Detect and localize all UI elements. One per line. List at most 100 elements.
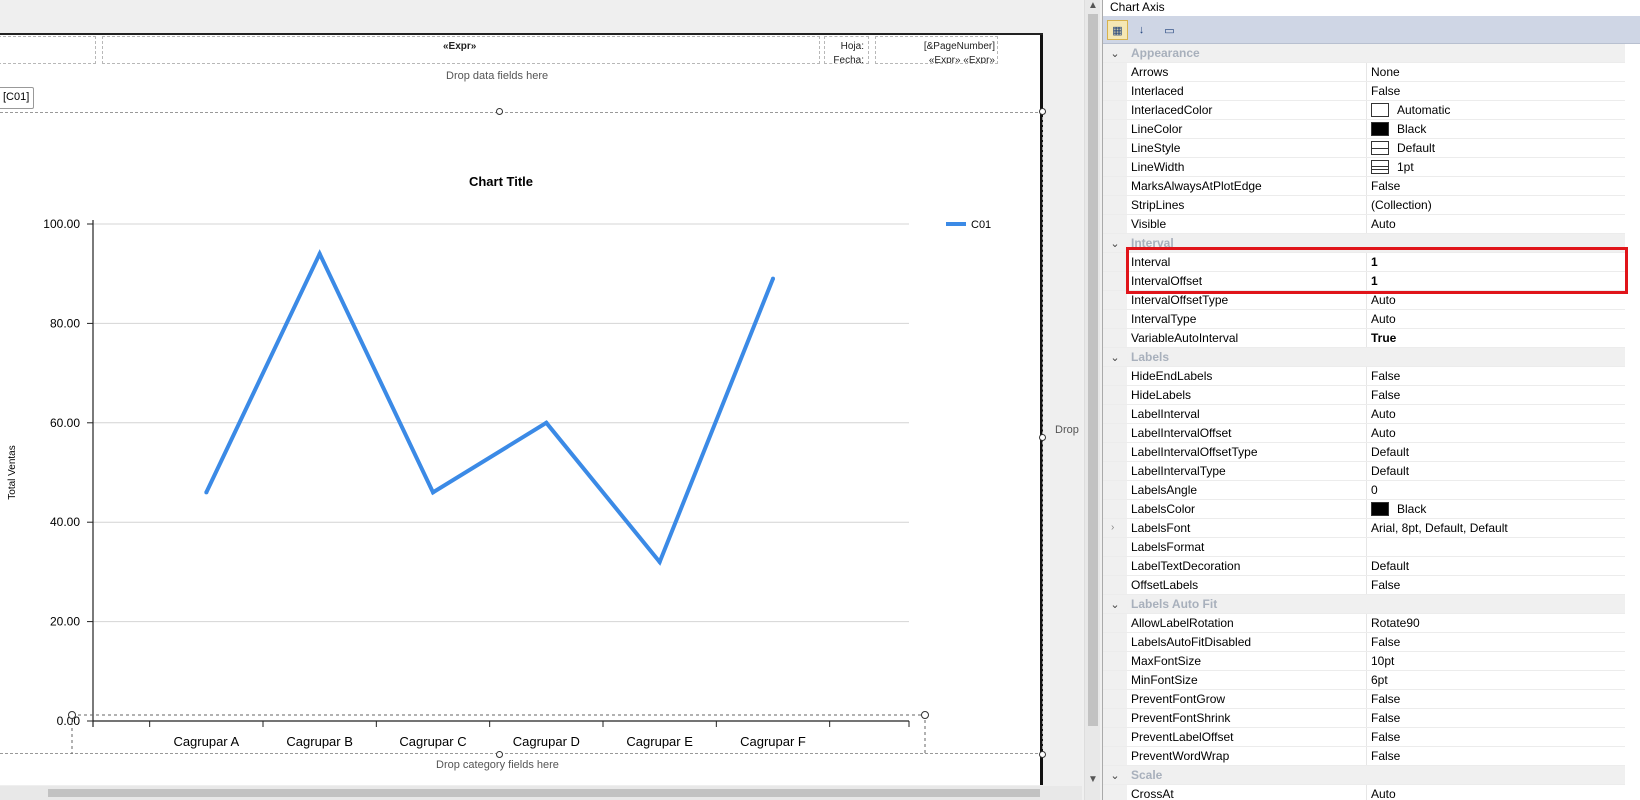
property-row-intervaloffsettype[interactable]: IntervalOffsetType Auto <box>1103 291 1625 310</box>
property-value-cell[interactable] <box>1367 538 1625 556</box>
property-row-labelsangle[interactable]: LabelsAngle 0 <box>1103 481 1625 500</box>
property-value-cell[interactable]: Default <box>1367 462 1625 480</box>
property-row-variableautointerval[interactable]: VariableAutoInterval True <box>1103 329 1625 348</box>
property-row-intervaloffset[interactable]: IntervalOffset 1 <box>1103 272 1625 291</box>
property-value-cell[interactable]: False <box>1367 690 1625 708</box>
property-row-hideendlabels[interactable]: HideEndLabels False <box>1103 367 1625 386</box>
collapse-chevron-icon[interactable]: ⌄ <box>1103 237 1127 250</box>
property-value-cell[interactable]: False <box>1367 633 1625 651</box>
property-value-cell[interactable]: Black <box>1367 500 1625 518</box>
scroll-up-arrow-icon[interactable]: ▲ <box>1088 0 1098 11</box>
property-row-labelsformat[interactable]: LabelsFormat <box>1103 538 1625 557</box>
property-value-cell[interactable]: Auto <box>1367 785 1625 800</box>
property-row-arrows[interactable]: Arrows None <box>1103 63 1625 82</box>
property-row-crossat[interactable]: CrossAt Auto <box>1103 785 1625 800</box>
expand-arrow-icon[interactable]: › <box>1111 522 1114 533</box>
property-row-labelintervaloffset[interactable]: LabelIntervalOffset Auto <box>1103 424 1625 443</box>
designer-horizontal-scrollbar[interactable] <box>0 786 1082 800</box>
property-value-cell[interactable]: Auto <box>1367 310 1625 328</box>
property-row-interlacedcolor[interactable]: InterlacedColor Automatic <box>1103 101 1625 120</box>
property-value-cell[interactable]: Arial, 8pt, Default, Default <box>1367 519 1625 537</box>
drop-data-fields-hint[interactable]: Drop data fields here <box>446 70 548 82</box>
property-row-striplines[interactable]: StripLines (Collection) <box>1103 196 1625 215</box>
header-hoja-box[interactable]: Hoja: Fecha: <box>824 36 869 64</box>
property-value-cell[interactable]: False <box>1367 177 1625 195</box>
property-row-marksalwaysatplotedge[interactable]: MarksAlwaysAtPlotEdge False <box>1103 177 1625 196</box>
series-field-chip[interactable]: [C01] <box>0 87 35 109</box>
property-value-cell[interactable]: 6pt <box>1367 671 1625 689</box>
property-value-cell[interactable]: False <box>1367 367 1625 385</box>
property-value-cell[interactable]: Auto <box>1367 424 1625 442</box>
property-row-hidelabels[interactable]: HideLabels False <box>1103 386 1625 405</box>
property-row-minfontsize[interactable]: MinFontSize 6pt <box>1103 671 1625 690</box>
property-value-cell[interactable]: 1pt <box>1367 158 1625 176</box>
property-value-cell[interactable]: (Collection) <box>1367 196 1625 214</box>
category-interval[interactable]: ⌄ Interval <box>1103 234 1625 253</box>
collapse-chevron-icon[interactable]: ⌄ <box>1103 47 1127 60</box>
property-value-cell[interactable]: 1 <box>1367 253 1625 271</box>
property-pages-icon[interactable]: ▭ <box>1159 20 1180 40</box>
designer-horizontal-scroll-thumb[interactable] <box>48 789 1040 797</box>
chart-area[interactable]: Chart Title 0.00 20.00 40.00 60.00 80.00 100.0… <box>0 112 1043 754</box>
property-row-linewidth[interactable]: LineWidth 1pt <box>1103 158 1625 177</box>
property-row-labelintervaloffsettype[interactable]: LabelIntervalOffsetType Default <box>1103 443 1625 462</box>
property-value-cell[interactable]: None <box>1367 63 1625 81</box>
property-value-cell[interactable]: False <box>1367 709 1625 727</box>
property-row-labeltextdecoration[interactable]: LabelTextDecoration Default <box>1103 557 1625 576</box>
collapse-chevron-icon[interactable]: ⌄ <box>1103 769 1127 782</box>
resize-handle-top[interactable] <box>496 108 503 115</box>
collapse-chevron-icon[interactable]: ⌄ <box>1103 598 1127 611</box>
category-labels[interactable]: ⌄ Labels <box>1103 348 1625 367</box>
property-row-linecolor[interactable]: LineColor Black <box>1103 120 1625 139</box>
collapse-chevron-icon[interactable]: ⌄ <box>1103 351 1127 364</box>
property-row-maxfontsize[interactable]: MaxFontSize 10pt <box>1103 652 1625 671</box>
property-row-labelsfont[interactable]: › LabelsFont Arial, 8pt, Default, Default <box>1103 519 1625 538</box>
resize-handle-right[interactable] <box>1039 434 1046 441</box>
property-value-cell[interactable]: 1 <box>1367 272 1625 290</box>
property-row-labelscolor[interactable]: LabelsColor Black <box>1103 500 1625 519</box>
designer-vertical-scrollbar[interactable]: ▲ ▼ <box>1084 0 1100 800</box>
property-row-preventlabeloffset[interactable]: PreventLabelOffset False <box>1103 728 1625 747</box>
resize-handle-bottom-right[interactable] <box>1039 751 1046 758</box>
property-row-visible[interactable]: Visible Auto <box>1103 215 1625 234</box>
property-row-interval[interactable]: Interval 1 <box>1103 253 1625 272</box>
header-page-number-box[interactable]: [&PageNumber] «Expr» «Expr» <box>875 36 998 64</box>
property-value-cell[interactable]: True <box>1367 329 1625 347</box>
property-row-offsetlabels[interactable]: OffsetLabels False <box>1103 576 1625 595</box>
property-row-linestyle[interactable]: LineStyle Default <box>1103 139 1625 158</box>
property-row-preventwordwrap[interactable]: PreventWordWrap False <box>1103 747 1625 766</box>
property-value-cell[interactable]: 0 <box>1367 481 1625 499</box>
category-appearance[interactable]: ⌄ Appearance <box>1103 44 1625 63</box>
property-value-cell[interactable]: Auto <box>1367 215 1625 233</box>
property-value-cell[interactable]: Default <box>1367 139 1625 157</box>
property-value-cell[interactable]: Auto <box>1367 405 1625 423</box>
property-value-cell[interactable]: False <box>1367 386 1625 404</box>
property-row-allowlabelrotation[interactable]: AllowLabelRotation Rotate90 <box>1103 614 1625 633</box>
report-body[interactable]: «Expr» Hoja: Fecha: [&PageNumber] «Expr»… <box>0 33 1079 785</box>
property-row-labelintervaltype[interactable]: LabelIntervalType Default <box>1103 462 1625 481</box>
property-value-cell[interactable]: Default <box>1367 557 1625 575</box>
property-value-cell[interactable]: False <box>1367 747 1625 765</box>
property-row-interlaced[interactable]: Interlaced False <box>1103 82 1625 101</box>
property-value-cell[interactable]: False <box>1367 728 1625 746</box>
property-value-cell[interactable]: Auto <box>1367 291 1625 309</box>
property-value-cell[interactable]: False <box>1367 82 1625 100</box>
property-row-labelinterval[interactable]: LabelInterval Auto <box>1103 405 1625 424</box>
scroll-down-arrow-icon[interactable]: ▼ <box>1088 774 1098 785</box>
resize-handle-bottom[interactable] <box>496 751 503 758</box>
property-row-preventfontgrow[interactable]: PreventFontGrow False <box>1103 690 1625 709</box>
drop-series-hint[interactable]: Drop <box>1055 424 1079 436</box>
category-labels-auto-fit[interactable]: ⌄ Labels Auto Fit <box>1103 595 1625 614</box>
property-value-cell[interactable]: Automatic <box>1367 101 1625 119</box>
property-value-cell[interactable]: Default <box>1367 443 1625 461</box>
property-value-cell[interactable]: Black <box>1367 120 1625 138</box>
property-row-preventfontshrink[interactable]: PreventFontShrink False <box>1103 709 1625 728</box>
resize-handle-top-right[interactable] <box>1039 108 1046 115</box>
property-value-cell[interactable]: False <box>1367 576 1625 594</box>
property-value-cell[interactable]: Rotate90 <box>1367 614 1625 632</box>
designer-vertical-scroll-thumb[interactable] <box>1088 14 1098 726</box>
property-row-labelsautofitdisabled[interactable]: LabelsAutoFitDisabled False <box>1103 633 1625 652</box>
drop-category-fields-hint[interactable]: Drop category fields here <box>436 759 559 771</box>
category-scale[interactable]: ⌄ Scale <box>1103 766 1625 785</box>
header-textbox-expr[interactable]: «Expr» <box>102 36 820 64</box>
